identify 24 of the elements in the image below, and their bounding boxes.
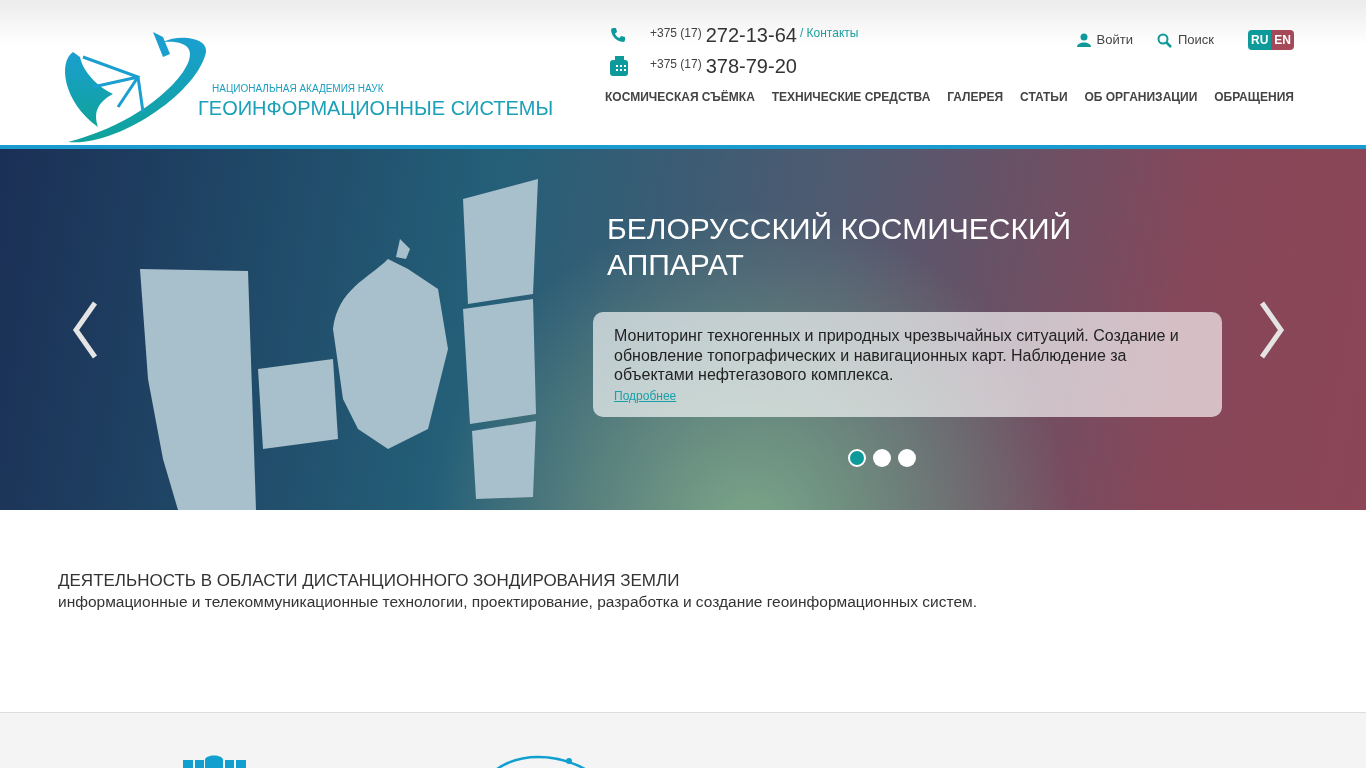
- nav-link[interactable]: ГАЛЕРЕЯ: [947, 88, 1004, 106]
- slide-title: БЕЛОРУССКИЙ КОСМИЧЕСКИЙ АППАРАТ: [607, 211, 1073, 283]
- search-icon: [1156, 32, 1172, 48]
- phone-prefix: +375 (17): [650, 55, 702, 73]
- satellite-icon: [183, 755, 247, 768]
- nav-link[interactable]: ОБРАЩЕНИЯ: [1214, 88, 1294, 106]
- phone-icon: [610, 26, 626, 43]
- organization-subtitle: НАЦИОНАЛЬНАЯ АКАДЕМИЯ НАУК: [212, 83, 385, 95]
- login-link[interactable]: Войти: [1076, 30, 1133, 50]
- phone-number: 378-79-20: [705, 53, 797, 79]
- nav-link[interactable]: СТАТЬИ: [1020, 88, 1068, 106]
- section-heading: ДЕЯТЕЛЬНОСТЬ В ОБЛАСТИ ДИСТАНЦИОННОГО ЗОНДИРОВАНИЯ ЗЕМЛИ: [58, 570, 681, 591]
- nav-link[interactable]: ТЕХНИЧЕСКИЕ СРЕДСТВА: [771, 88, 931, 106]
- section-description: информационные и телекоммуникационные технологии, проектирование, разработка и создание геоинформационных систем.: [58, 592, 978, 612]
- language-option[interactable]: EN: [1271, 30, 1294, 50]
- slide-caption: Мониторинг техногенных и природных чрезвычайных ситуаций. Создание и обновление топографических и навигационных карт. Наблюдение за объектами нефтегазового комплекса.: [614, 326, 1180, 385]
- search-link[interactable]: Поиск: [1156, 30, 1214, 50]
- user-icon: [1076, 33, 1091, 47]
- nav-link[interactable]: КОСМИЧЕСКАЯ СЪЁМКА: [605, 88, 755, 106]
- fax-icon: [610, 55, 628, 76]
- phone-prefix: +375 (17): [650, 24, 702, 42]
- organization-title: ГЕОИНФОРМАЦИОННЫЕ СИСТЕМЫ: [198, 96, 554, 121]
- nav-link[interactable]: ОБ ОРГАНИЗАЦИИ: [1084, 88, 1198, 106]
- phone-number: 272-13-64: [705, 22, 797, 48]
